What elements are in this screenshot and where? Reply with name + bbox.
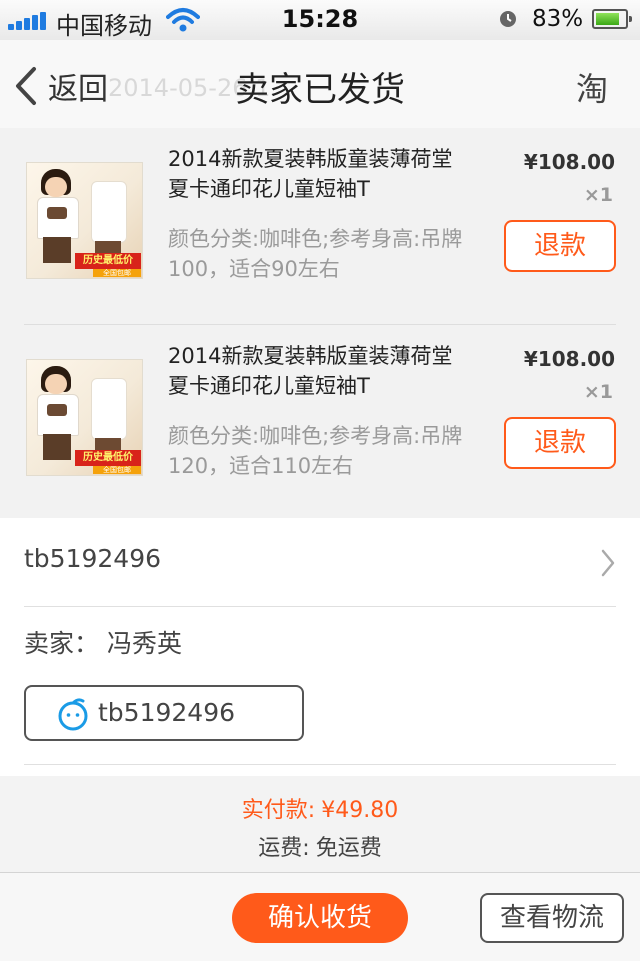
seller-section: tb5192496 卖家： 冯秀英 tb5192496 [0,518,640,776]
paid-amount-row: 实付款: ¥49.80 [0,792,640,824]
paid-value: ¥49.80 [321,798,399,823]
item-price: ¥108.00 [523,347,615,371]
bottom-action-bar: 确认收货 查看物流 [0,872,640,961]
thumb-sub-banner: 全国包邮 [93,269,141,277]
wangwang-icon [58,698,88,731]
taobao-home-icon[interactable]: 淘 [576,64,608,110]
shop-id: tb5192496 [24,544,162,573]
thumb-sub-banner: 全国包邮 [93,466,141,474]
shop-row[interactable]: tb5192496 [0,518,640,606]
item-quantity: ×1 [583,381,613,403]
product-thumbnail[interactable]: 历史最低价 全国包邮 [26,359,143,476]
nav-bar: 2014-05-26 1 返回 卖家已发货 淘 [0,40,640,129]
alarm-icon [500,11,516,27]
divider [24,606,616,607]
battery-percent: 83% [532,6,584,32]
thumb-banner: 历史最低价 [75,450,141,466]
order-items: 历史最低价 全国包邮 2014新款夏装韩版童装薄荷堂夏卡通印花儿童短袖T 颜色分… [0,128,640,518]
wangwang-id: tb5192496 [98,698,236,727]
item-title: 2014新款夏装韩版童装薄荷堂夏卡通印花儿童短袖T [168,147,453,201]
shipping-value: 免运费 [315,836,382,861]
shipping-row: 运费: 免运费 [0,830,640,862]
order-item[interactable]: 历史最低价 全国包邮 2014新款夏装韩版童装薄荷堂夏卡通印花儿童短袖T 颜色分… [0,325,640,522]
wangwang-chat-button[interactable]: tb5192496 [24,685,304,741]
chevron-right-icon [601,549,615,577]
refund-button[interactable]: 退款 [504,220,616,272]
seller-name: 卖家： 冯秀英 [24,629,182,658]
shipping-label: 运费: [258,836,310,861]
order-item[interactable]: 历史最低价 全国包邮 2014新款夏装韩版童装薄荷堂夏卡通印花儿童短袖T 颜色分… [0,128,640,325]
thumb-banner: 历史最低价 [75,253,141,269]
page-title: 卖家已发货 [235,70,405,110]
payment-summary: 实付款: ¥49.80 运费: 免运费 [0,776,640,872]
item-title: 2014新款夏装韩版童装薄荷堂夏卡通印花儿童短袖T [168,344,453,398]
item-quantity: ×1 [583,184,613,206]
status-bar: 中国移动 15:28 83% [0,0,640,41]
paid-label: 实付款: [241,798,316,823]
refund-button[interactable]: 退款 [504,417,616,469]
divider [24,764,616,765]
view-logistics-button[interactable]: 查看物流 [480,893,624,943]
battery-icon [592,9,632,29]
item-sku: 颜色分类:咖啡色;参考身高:吊牌120，适合110左右 [168,424,463,478]
item-sku: 颜色分类:咖啡色;参考身高:吊牌100，适合90左右 [168,227,463,281]
item-price: ¥108.00 [523,150,615,174]
product-thumbnail[interactable]: 历史最低价 全国包邮 [26,162,143,279]
confirm-receipt-button[interactable]: 确认收货 [232,893,408,943]
